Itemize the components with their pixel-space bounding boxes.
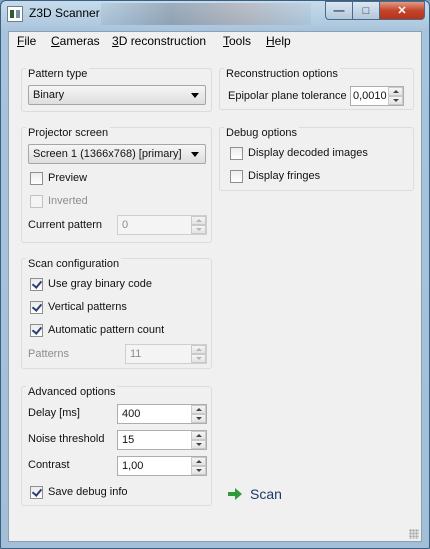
spin-down-icon[interactable] [191,225,206,234]
display-fringes-checkbox[interactable]: Display fringes [230,168,320,184]
preview-checkbox[interactable]: Preview [30,170,87,186]
spin-down-icon[interactable] [191,354,206,363]
display-decoded-images-checkbox[interactable]: Display decoded images [230,145,368,161]
spinbox-value: 400 [122,408,141,420]
checkbox-box [30,277,43,291]
delay-spinbox[interactable]: 400 [117,404,207,424]
window-controls: — □ ✕ [325,1,425,20]
spinbox-value: 0,0010 [353,90,387,102]
checkbox-box [30,194,43,208]
group-title: Debug options [224,127,299,139]
spin-down-icon[interactable] [388,96,403,105]
menu-help[interactable]: Help [266,34,291,48]
select-value: Screen 1 (1366x768) [primary] [33,148,182,160]
projector-screen-select[interactable]: Screen 1 (1366x768) [primary] [28,144,206,164]
checkbox-box [30,300,43,314]
checkbox-label: Inverted [48,195,88,207]
chevron-down-icon [191,93,199,98]
advanced-options-group: Advanced options Delay [ms] 400 Noise th… [21,386,212,506]
checkbox-box [30,485,43,499]
pattern-type-select[interactable]: Binary [28,85,206,105]
epipolar-tolerance-spinbox[interactable]: 0,0010 [350,86,404,106]
scan-button[interactable]: Scan [228,483,308,505]
spin-up-icon[interactable] [191,405,206,414]
title-bar[interactable]: Z3D Scanner — □ ✕ [1,1,429,29]
current-pattern-label: Current pattern [28,219,102,231]
checkbox-label: Display fringes [248,170,321,182]
group-title: Reconstruction options [224,68,340,80]
spin-up-icon[interactable] [388,87,403,96]
client-area: File Cameras 3D reconstruction Tools Hel… [8,31,422,542]
automatic-pattern-count-checkbox[interactable]: Automatic pattern count [30,322,164,338]
epipolar-tolerance-label: Epipolar plane tolerance [228,90,347,102]
patterns-label: Patterns [28,348,69,360]
menu-bar: File Cameras 3D reconstruction Tools Hel… [9,32,421,51]
arrow-right-icon [228,487,242,501]
current-pattern-spinbox[interactable]: 0 [117,215,207,235]
checkbox-box [30,323,43,337]
projector-screen-group: Projector screen Screen 1 (1366x768) [pr… [21,127,212,243]
spin-down-icon[interactable] [191,414,206,423]
spin-up-icon[interactable] [191,431,206,440]
group-title: Scan configuration [26,258,122,270]
checkbox-label: Preview [48,172,88,184]
checkbox-box [30,171,43,185]
maximize-button[interactable]: □ [352,1,379,20]
spin-up-icon[interactable] [191,216,206,225]
menu-file[interactable]: File [17,34,36,48]
checkbox-label: Save debug info [48,486,128,498]
spin-down-icon[interactable] [191,440,206,449]
spin-up-icon[interactable] [191,457,206,466]
checkbox-label: Use gray binary code [48,278,152,290]
inverted-checkbox[interactable]: Inverted [30,193,88,209]
select-value: Binary [33,89,65,101]
scan-button-label: Scan [250,486,282,502]
noise-threshold-spinbox[interactable]: 15 [117,430,207,450]
save-debug-info-checkbox[interactable]: Save debug info [30,484,128,500]
contrast-spinbox[interactable]: 1,00 [117,456,207,476]
scan-configuration-group: Scan configuration Use gray binary code … [21,258,212,369]
app-icon[interactable] [7,6,23,22]
checkbox-label: Automatic pattern count [48,324,165,336]
menu-3d-reconstruction[interactable]: 3D reconstruction [112,34,206,48]
spinbox-value: 15 [122,434,135,446]
reconstruction-options-group: Reconstruction options Epipolar plane to… [219,68,414,110]
window-title: Z3D Scanner [29,6,100,20]
menu-cameras[interactable]: Cameras [51,34,100,48]
resize-grip-icon[interactable] [409,529,419,539]
vertical-patterns-checkbox[interactable]: Vertical patterns [30,299,127,315]
menu-tools[interactable]: Tools [223,34,251,48]
spinbox-value: 11 [130,348,142,360]
spinbox-value: 1,00 [122,460,144,472]
checkbox-box [230,169,243,183]
delay-label: Delay [ms] [28,407,80,419]
group-title: Advanced options [26,386,118,398]
debug-options-group: Debug options Display decoded images Dis… [219,127,414,191]
spin-down-icon[interactable] [191,466,206,475]
chevron-down-icon [191,152,199,157]
main-window: Z3D Scanner — □ ✕ File Cameras 3D recons… [0,0,430,549]
pattern-type-group: Pattern type Binary [21,68,212,112]
checkbox-label: Vertical patterns [48,301,127,313]
gray-binary-checkbox[interactable]: Use gray binary code [30,276,152,292]
checkbox-label: Display decoded images [248,147,368,159]
spinbox-value: 0 [122,219,129,231]
contrast-label: Contrast [28,459,70,471]
checkbox-box [230,146,243,160]
title-bar-background [101,3,311,25]
close-button[interactable]: ✕ [379,1,425,20]
minimize-button[interactable]: — [325,1,352,20]
spin-up-icon[interactable] [191,345,206,354]
group-title: Projector screen [26,127,111,139]
noise-threshold-label: Noise threshold [28,433,105,445]
group-title: Pattern type [26,68,90,80]
patterns-spinbox[interactable]: 11 [125,344,207,364]
